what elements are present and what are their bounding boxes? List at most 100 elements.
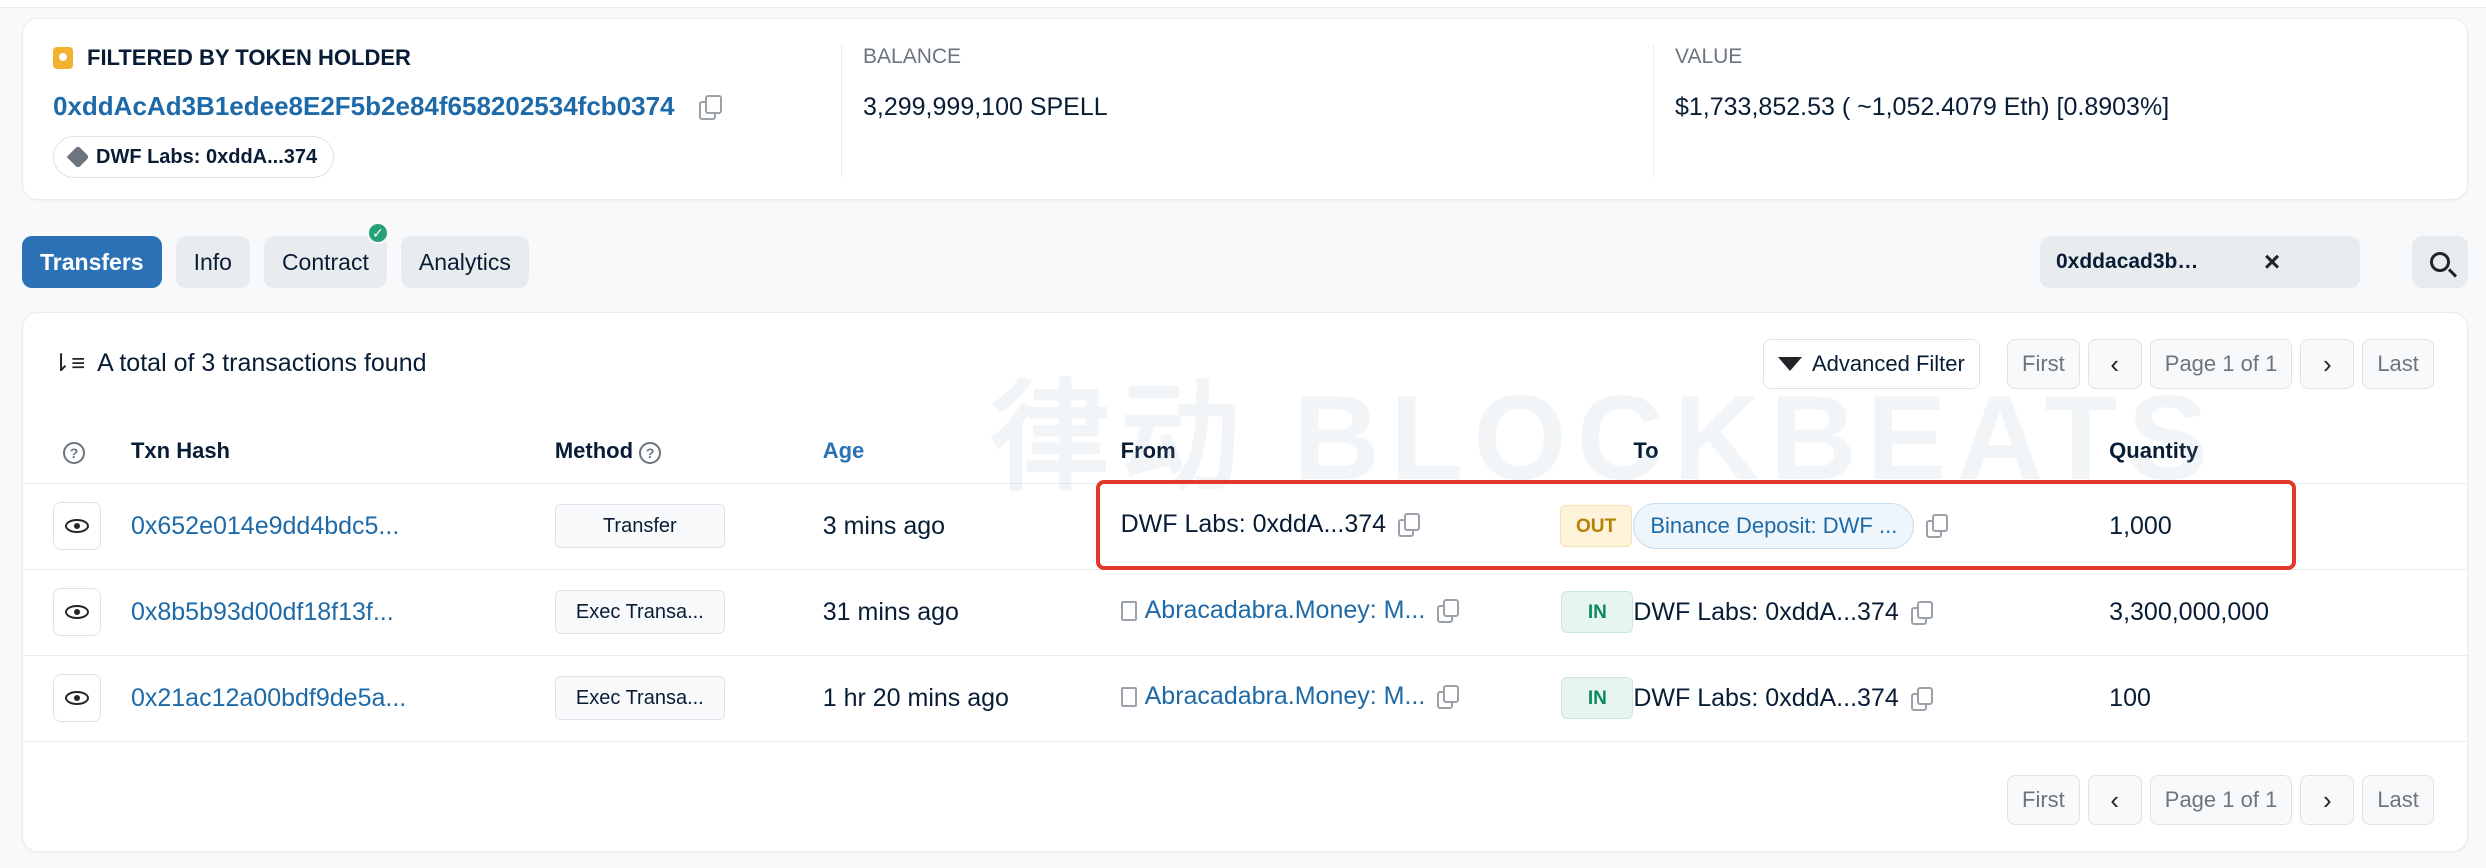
pagination-top: First ‹ Page 1 of 1 › Last: [2007, 339, 2434, 389]
total-summary: ⇂≡ A total of 3 transactions found: [51, 349, 427, 378]
prev-page-button[interactable]: ‹: [2087, 775, 2142, 825]
header-to: To: [1633, 419, 2110, 484]
pagination-bottom: First ‹ Page 1 of 1 › Last: [2007, 775, 2434, 825]
copy-icon[interactable]: [1910, 600, 1933, 625]
question-icon[interactable]: ?: [63, 441, 85, 464]
value-amount: $1,733,852.53 ( ~1,052.4079 Eth) [0.8903…: [1675, 93, 2170, 121]
user-badge-icon: [53, 47, 73, 69]
direction-in-badge: IN: [1561, 591, 1634, 633]
to-address-pill[interactable]: Binance Deposit: DWF ...: [1633, 503, 1915, 549]
total-summary-text: A total of 3 transactions found: [97, 349, 427, 377]
filter-title: FILTERED BY TOKEN HOLDER: [53, 45, 721, 71]
question-icon[interactable]: ?: [639, 441, 662, 464]
header-quantity: Quantity: [2109, 419, 2467, 484]
page-indicator: Page 1 of 1: [2149, 339, 2293, 389]
from-address[interactable]: Abracadabra.Money: M...: [1145, 682, 1426, 710]
holder-address-row: 0xddAcAd3B1edee8E2F5b2e84f658202534fcb03…: [53, 91, 722, 122]
next-page-button[interactable]: ›: [2300, 339, 2355, 389]
copy-icon[interactable]: [1910, 686, 1933, 711]
clear-filter-icon[interactable]: ×: [2200, 246, 2344, 278]
header-method-label: Method: [554, 437, 634, 463]
header-txn-hash: Txn Hash: [130, 419, 555, 484]
method-badge: Exec Transa...: [554, 676, 725, 720]
header-method: Method ?: [554, 419, 823, 484]
address-filter-chip: 0xddacad3b1edee8e2f5b2e84f658202534fcb03…: [2040, 236, 2360, 288]
header-age[interactable]: Age: [822, 419, 1121, 484]
table-row: 0x652e014e9dd4bdc5... Transfer 3 mins ag…: [23, 483, 2467, 570]
table-row: 0x21ac12a00bdf9de5a... Exec Transa... 1 …: [23, 655, 2467, 742]
divider: [841, 45, 842, 177]
table-header-row: ? Txn Hash Method ? Age From To Quantity: [23, 419, 2467, 484]
divider: [1653, 45, 1654, 177]
view-details-button[interactable]: [53, 502, 101, 550]
page-indicator: Page 1 of 1: [2149, 775, 2293, 825]
filter-icon: [1778, 357, 1802, 371]
view-details-button[interactable]: [53, 674, 101, 722]
eye-icon: [65, 691, 89, 705]
view-details-button[interactable]: [53, 588, 101, 636]
next-page-button[interactable]: ›: [2300, 775, 2355, 825]
to-address[interactable]: DWF Labs: 0xddA...374: [1633, 684, 1898, 712]
copy-icon[interactable]: [1437, 685, 1460, 710]
txn-hash-link[interactable]: 0x652e014e9dd4bdc5...: [131, 512, 399, 540]
header-help: ?: [23, 419, 131, 484]
balance-label: BALANCE: [863, 45, 962, 68]
tab-analytics[interactable]: Analytics: [400, 236, 529, 288]
method-badge: Transfer: [554, 504, 725, 548]
verified-check-icon: ✓: [366, 222, 389, 244]
tab-transfers[interactable]: Transfers: [22, 236, 162, 288]
table-row: 0x8b5b93d00df18f13f... Exec Transa... 31…: [23, 569, 2467, 656]
txn-hash-link[interactable]: 0x8b5b93d00df18f13f...: [131, 598, 394, 626]
transfers-table: ? Txn Hash Method ? Age From To Quantity…: [23, 419, 2467, 742]
token-holder-card: FILTERED BY TOKEN HOLDER 0xddAcAd3B1edee…: [22, 18, 2468, 200]
contract-doc-icon: [1120, 601, 1137, 622]
tab-contract-label: Contract: [281, 248, 369, 275]
address-filter-text: 0xddacad3b1edee8e2f5b2e84f658202534fcb03…: [2056, 250, 2200, 273]
direction-out-badge: OUT: [1560, 505, 1633, 547]
holder-name-tag[interactable]: DWF Labs: 0xddA...374: [53, 136, 335, 178]
search-button[interactable]: [2412, 236, 2468, 288]
to-address[interactable]: DWF Labs: 0xddA...374: [1633, 598, 1898, 626]
filter-title-text: FILTERED BY TOKEN HOLDER: [87, 45, 411, 70]
tab-bar: Transfers Info Contract ✓ Analytics: [22, 222, 529, 288]
balance-value: 3,299,999,100 SPELL: [863, 93, 1108, 121]
first-page-button[interactable]: First: [2007, 339, 2080, 389]
copy-icon[interactable]: [1926, 514, 1949, 538]
from-address[interactable]: DWF Labs: 0xddA...374: [1121, 510, 1386, 538]
tab-contract[interactable]: Contract ✓: [263, 222, 389, 288]
age-text: 31 mins ago: [822, 597, 959, 626]
method-badge: Exec Transa...: [554, 590, 725, 634]
header-from: From: [1120, 419, 1634, 484]
last-page-button[interactable]: Last: [2362, 775, 2434, 825]
holder-address-link[interactable]: 0xddAcAd3B1edee8E2F5b2e84f658202534fcb03…: [53, 91, 675, 122]
copy-icon[interactable]: [1437, 599, 1460, 624]
first-page-button[interactable]: First: [2007, 775, 2080, 825]
copy-icon[interactable]: [1398, 513, 1421, 538]
last-page-button[interactable]: Last: [2362, 339, 2434, 389]
top-border: [0, 0, 2486, 8]
copy-icon[interactable]: [698, 94, 722, 120]
tag-icon: [66, 145, 90, 169]
holder-info: FILTERED BY TOKEN HOLDER 0xddAcAd3B1edee…: [53, 45, 722, 178]
quantity-value: 1,000: [2109, 511, 2172, 540]
age-text: 3 mins ago: [822, 511, 946, 540]
quantity-value: 100: [2109, 683, 2151, 712]
prev-page-button[interactable]: ‹: [2087, 339, 2142, 389]
direction-in-badge: IN: [1561, 677, 1634, 719]
search-icon: [2430, 252, 2450, 272]
sort-icon[interactable]: ⇂≡: [51, 349, 85, 378]
eye-icon: [65, 605, 89, 619]
txn-hash-link[interactable]: 0x21ac12a00bdf9de5a...: [131, 684, 406, 712]
value-label: VALUE: [1675, 45, 1743, 68]
eye-icon: [65, 519, 89, 533]
tab-info[interactable]: Info: [175, 236, 250, 288]
advanced-filter-button[interactable]: Advanced Filter: [1763, 339, 1980, 389]
advanced-filter-label: Advanced Filter: [1812, 351, 1965, 376]
quantity-value: 3,300,000,000: [2109, 597, 2270, 626]
age-text: 1 hr 20 mins ago: [822, 683, 1009, 712]
holder-tag-label: DWF Labs: 0xddA...374: [96, 145, 318, 168]
balance-block: BALANCE 3,299,999,100 SPELL: [863, 45, 1108, 122]
from-address[interactable]: Abracadabra.Money: M...: [1145, 596, 1426, 624]
contract-doc-icon: [1120, 687, 1137, 708]
value-block: VALUE $1,733,852.53 ( ~1,052.4079 Eth) […: [1675, 45, 2169, 122]
